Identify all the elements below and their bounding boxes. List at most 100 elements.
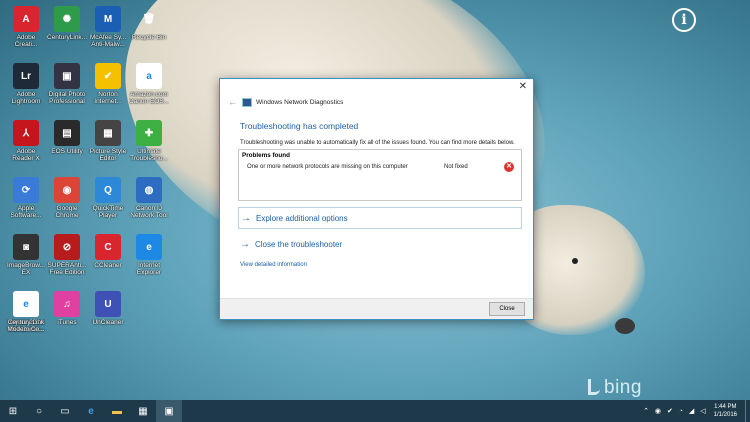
centurylink-icon: ✺ [54,6,80,32]
clock[interactable]: 1:44 PM 1/1/2016 [714,403,737,419]
apple-software-icon: ⟳ [13,177,39,203]
desktop-icon-label: Picture Style [89,148,127,155]
desktop-icon-label: Explorer [136,269,162,276]
desktop-icon-label: Creati... [14,41,38,48]
edge-icon[interactable]: e [78,400,104,422]
desktop-icon-label: Norton [98,91,118,98]
search-icon[interactable]: ○ [26,400,52,422]
desktop-icon-label: Century Link [7,319,45,326]
explore-options-link[interactable]: → Explore additional options [238,207,522,229]
quicktime-icon: Q [95,177,121,203]
desktop-icon-label: Modem Co... [7,326,45,333]
desktop-icon[interactable]: e Century Link Modem Co... [6,289,46,345]
internet-explorer-icon: e [136,234,162,260]
desktop-icon[interactable]: ✺ CenturyLink... [47,4,87,60]
close-troubleshooter-link[interactable]: → Close the troubleshooter [238,234,520,254]
desktop-icon[interactable]: ▣ Digital Photo Professional [47,61,87,117]
desktop-icon-label: Player [98,212,118,219]
mcafee-icon: M [95,6,121,32]
desktop-icon[interactable]: ⟳ Apple Software... [6,175,46,231]
desktop-icon[interactable]: ♫ iTunes [47,289,87,345]
network-diagnostics-taskbar-icon[interactable]: ▣ [156,400,182,422]
picture-style-icon: ▦ [95,120,121,146]
desktop-icon-label: Anti-Malw... [91,41,125,48]
desktop-icon[interactable]: ✔ Norton Internet... [88,61,128,117]
desktop-icon[interactable]: 🗑 Recycle Bin [129,4,169,60]
desktop-icon[interactable]: A Adobe Creati... [6,4,46,60]
network-diagnostics-dialog: ✕ ← Windows Network Diagnostics Troubles… [219,78,534,320]
desktop-icon-label: ImageBrow... [7,262,45,269]
desktop-icon-label: McAfee Sy... [89,34,127,41]
desktop-icon-label: Free Edition [49,269,85,276]
desktop-icon[interactable]: Lr Adobe Lightroom [6,61,46,117]
dialog-header: ← Windows Network Diagnostics [220,95,533,109]
dialog-description: Troubleshooting was unable to automatica… [240,140,515,146]
ccleaner-icon: C [95,234,121,260]
desktop-icon[interactable]: ◙ ImageBrow... EX [6,232,46,288]
taskbar: ⊞ ○ ▭ e ▬ ▦ ▣ ⌃ ◉ ✔ ◔ ◢ ◁ 1:44 PM 1/1/20… [0,400,750,422]
clock-time: 1:44 PM [714,404,737,410]
adobe-reader-icon: ⅄ [13,120,39,146]
desktop-icon-label: EOS Utility [51,148,83,155]
desktop-icon-label: CenturyLink... [47,34,87,41]
arrow-right-icon: → [241,212,251,224]
desktop-icon[interactable]: ◍ Canon IJ Network Tool [129,175,169,231]
itunes-icon: ♫ [54,291,80,317]
desktop-icon-label: Chrome [55,212,79,219]
dialog-title: Windows Network Diagnostics [256,98,344,106]
desktop-icon[interactable]: ▦ Picture Style Editor [88,118,128,174]
dialog-titlebar: ✕ [220,79,533,95]
desktop-icon[interactable]: C CCleaner [88,232,128,288]
dialog-footer: Close [220,298,533,319]
start-button[interactable]: ⊞ [0,400,26,422]
info-icon[interactable]: i [672,8,696,32]
back-arrow-icon[interactable]: ← [228,97,238,107]
file-explorer-icon[interactable]: ▬ [104,400,130,422]
store-icon[interactable]: ▦ [130,400,156,422]
task-view-icon[interactable]: ▭ [52,400,78,422]
desktop-icon-label: Adobe [16,91,36,98]
desktop-icon-label: Adobe [16,34,36,41]
bear-nose [615,318,635,334]
close-troubleshooter-label: Close the troubleshooter [255,239,343,249]
clock-date: 1/1/2016 [713,412,737,418]
show-desktop-button[interactable] [745,400,750,422]
desktop-icon[interactable]: M McAfee Sy... Anti-Malw... [88,4,128,60]
superantispyware-icon: ⊘ [54,234,80,260]
desktop-icon[interactable]: ▤ EOS Utility [47,118,87,174]
chrome-icon: ◉ [54,177,80,203]
recycle-bin-icon: 🗑 [142,13,156,25]
desktop-icon[interactable]: ◉ Google Chrome [47,175,87,231]
desktop-icon[interactable]: ✚ Ultimate Troublesho... [129,118,169,174]
amazon-icon: a [136,63,162,89]
desktop-icon-label: Software... [10,212,42,219]
view-detailed-info-link[interactable]: View detailed information [240,262,521,268]
desktop-icon-label: Apple [17,205,35,212]
desktop-icon-label: Professional [49,98,85,105]
desktop-icon[interactable]: a Amazon.com Canon EOS... [129,61,169,117]
desktop-icon[interactable]: ⅄ Adobe Reader X [6,118,46,174]
desktop-icon-label: Canon IJ [135,205,163,212]
desktop-icon[interactable]: Q QuickTime Player [88,175,128,231]
system-tray: ⌃ ◉ ✔ ◔ ◢ ◁ 1:44 PM 1/1/2016 [643,400,750,422]
close-icon[interactable]: ✕ [519,81,527,93]
tray-icons[interactable]: ⌃ ◉ ✔ ◔ ◢ ◁ [643,407,708,415]
desktop-icon-label: Lightroom [11,98,41,105]
desktop-icon[interactable]: U UnCleaner [88,289,128,345]
close-button[interactable]: Close [489,302,525,316]
desktop-icon-label: QuickTime [92,205,124,212]
norton-icon: ✔ [95,63,121,89]
desktop-icon-label: Digital Photo [48,91,86,98]
desktop-icon-label: EX [21,269,31,276]
desktop-icon-label: Adobe [16,148,36,155]
desktop-icon[interactable]: ⊘ SUPERAnti... Free Edition [47,232,87,288]
desktop-icon-label: Internet [137,262,161,269]
dialog-content: Troubleshooting has completed Troublesho… [220,109,533,268]
desktop-icon[interactable]: e Internet Explorer [129,232,169,288]
arrow-right-icon: → [240,238,250,250]
desktop-icon-label: Google [56,205,78,212]
problem-text[interactable]: One or more network protocols are missin… [247,164,408,170]
desktop-icon-label: Editor [99,155,117,162]
desktop-icon-label: Internet... [94,98,122,105]
problems-header: Problems found [242,152,290,159]
